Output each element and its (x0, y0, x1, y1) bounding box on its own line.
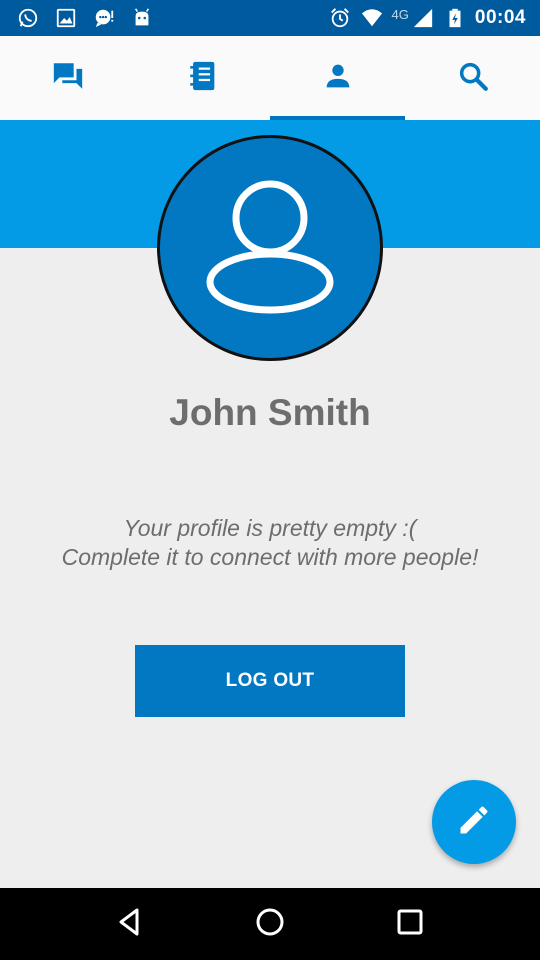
tab-search[interactable] (405, 36, 540, 120)
chats-icon (51, 59, 85, 98)
empty-message-line-2: Complete it to connect with more people! (61, 544, 479, 570)
edit-profile-fab[interactable] (432, 780, 516, 864)
android-icon (130, 6, 154, 30)
tab-profile[interactable] (270, 36, 405, 120)
person-outline-icon (200, 176, 340, 321)
contacts-book-icon (186, 59, 220, 98)
logout-button[interactable]: LOG OUT (135, 645, 405, 717)
back-button[interactable] (100, 894, 160, 954)
status-bar: 4G 00:04 (0, 0, 540, 36)
recents-button[interactable] (380, 894, 440, 954)
home-circle-icon (253, 905, 287, 944)
tab-chats[interactable] (0, 36, 135, 120)
home-button[interactable] (240, 894, 300, 954)
recents-square-icon (393, 905, 427, 944)
profile-name: John Smith (169, 392, 371, 433)
network-type-label: 4G (391, 6, 409, 22)
system-nav-bar (0, 888, 540, 960)
edit-pencil-icon (456, 802, 492, 843)
tab-bar (0, 36, 540, 120)
empty-profile-message: Your profile is pretty empty :( Complete… (0, 514, 540, 572)
wifi-icon (360, 6, 384, 30)
clock-time: 00:04 (474, 7, 526, 28)
person-icon (321, 59, 355, 98)
back-triangle-icon (113, 905, 147, 944)
search-icon (456, 59, 490, 98)
empty-message-line-1: Your profile is pretty empty :( (123, 515, 417, 541)
chat-bubble-icon (92, 6, 116, 30)
signal-icon (411, 6, 435, 30)
profile-avatar[interactable] (157, 135, 383, 361)
image-icon (54, 6, 78, 30)
battery-charging-icon (443, 6, 467, 30)
whatsapp-icon (16, 6, 40, 30)
alarm-icon (328, 6, 352, 30)
tab-contacts[interactable] (135, 36, 270, 120)
